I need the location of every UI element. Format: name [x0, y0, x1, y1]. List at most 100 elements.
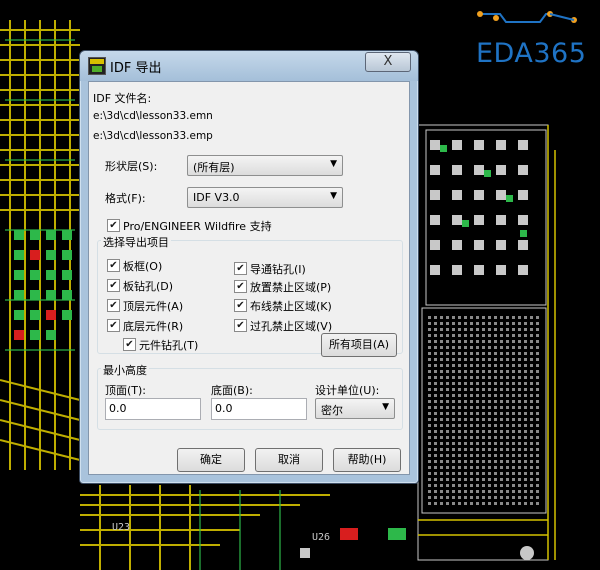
bga-pad [476, 382, 479, 385]
bottom-components-checkbox[interactable]: ✔ [107, 319, 120, 332]
dialog-title: IDF 导出 [110, 61, 162, 76]
bga-pad [482, 346, 485, 349]
bga-pad [524, 340, 527, 343]
bga-pad [434, 466, 437, 469]
bga-pad [488, 358, 491, 361]
via-keepout-checkbox[interactable]: ✔ [234, 319, 247, 332]
bga-pad [500, 358, 503, 361]
bga-pad [536, 436, 539, 439]
bga-pad [464, 436, 467, 439]
bga-pad [530, 412, 533, 415]
bga-pad [470, 400, 473, 403]
bga-pad [440, 496, 443, 499]
chevron-down-icon: ▼ [330, 159, 337, 169]
bga-pad [434, 370, 437, 373]
bga-pad [512, 424, 515, 427]
top-components-label: 顶层元件(A) [123, 300, 184, 313]
shape-layer-select[interactable]: (所有层) ▼ [187, 155, 343, 176]
bga-pad [530, 466, 533, 469]
component-drill-checkbox[interactable]: ✔ [123, 338, 136, 351]
placement-keepout-checkbox[interactable]: ✔ [234, 280, 247, 293]
format-select[interactable]: IDF V3.0 ▼ [187, 187, 343, 208]
bga-pad [440, 454, 443, 457]
pads-app-icon [88, 57, 106, 75]
bga-pad [506, 370, 509, 373]
bga-pad [512, 418, 515, 421]
via-drill-checkbox[interactable]: ✔ [234, 262, 247, 275]
board-drill-checkbox[interactable]: ✔ [107, 279, 120, 292]
bga-pad [512, 478, 515, 481]
bga-pad [524, 334, 527, 337]
bga-pad [506, 400, 509, 403]
bga-pad [518, 436, 521, 439]
bga-pad [500, 316, 503, 319]
bga-pad [458, 394, 461, 397]
bga-pad [494, 358, 497, 361]
bga-pad [434, 412, 437, 415]
bga-pad [506, 436, 509, 439]
bga-pad [506, 496, 509, 499]
ok-button[interactable]: 确定 [177, 448, 245, 472]
board-outline-checkbox[interactable]: ✔ [107, 259, 120, 272]
bga-pad [428, 346, 431, 349]
dialog-titlebar[interactable]: IDF 导出 X [80, 51, 418, 81]
bga-pad [518, 496, 521, 499]
bottom-height-input[interactable]: 0.0 [211, 398, 307, 420]
bga-pad [446, 316, 449, 319]
top-components-checkbox[interactable]: ✔ [107, 299, 120, 312]
bga-pad [452, 370, 455, 373]
bga-pad [434, 322, 437, 325]
bga-pad [434, 376, 437, 379]
bga-pad [452, 430, 455, 433]
bga-pad [518, 454, 521, 457]
bga-pad [434, 400, 437, 403]
format-label: 格式(F): [105, 192, 146, 205]
bga-pad [434, 430, 437, 433]
bga-pad [524, 442, 527, 445]
bga-pad [524, 460, 527, 463]
close-button[interactable]: X [365, 52, 411, 72]
bga-pad [476, 400, 479, 403]
bga-pad [428, 340, 431, 343]
bga-pad [494, 448, 497, 451]
bga-pad [494, 442, 497, 445]
bga-pad [488, 478, 491, 481]
bga-pad [482, 472, 485, 475]
bga-pad [482, 334, 485, 337]
bga-pad [446, 484, 449, 487]
cancel-button[interactable]: 取消 [255, 448, 323, 472]
bga-pad [506, 472, 509, 475]
board-drill-label: 板钻孔(D) [123, 280, 174, 293]
bga-pad [452, 442, 455, 445]
bga-pad [476, 406, 479, 409]
routing-keepout-checkbox[interactable]: ✔ [234, 299, 247, 312]
bga-pad [536, 406, 539, 409]
help-button[interactable]: 帮助(H) [333, 448, 401, 472]
bga-pad [464, 364, 467, 367]
bga-pad [506, 418, 509, 421]
bga-pad [446, 394, 449, 397]
bga-pad [470, 454, 473, 457]
routing-keepout-label: 布线禁止区域(K) [250, 300, 332, 313]
top-height-input[interactable]: 0.0 [105, 398, 201, 420]
chevron-down-icon: ▼ [382, 402, 389, 412]
pro-engineer-checkbox[interactable]: ✔ [107, 219, 120, 232]
bga-pad [470, 418, 473, 421]
bga-pad [512, 442, 515, 445]
bga-pad [470, 412, 473, 415]
bga-pad [458, 364, 461, 367]
bga-pad [524, 382, 527, 385]
bga-pad [494, 406, 497, 409]
bga-pad [476, 418, 479, 421]
bga-pad [518, 358, 521, 361]
design-units-select[interactable]: 密尔 ▼ [315, 398, 395, 419]
bga-pad [440, 394, 443, 397]
all-items-button[interactable]: 所有项目(A) [321, 333, 397, 357]
bga-pad [500, 472, 503, 475]
bga-pad [476, 430, 479, 433]
bga-pad [446, 376, 449, 379]
emp-file-path: e:\3d\cd\lesson33.emp [93, 130, 213, 142]
bga-pad [470, 490, 473, 493]
bga-pad [518, 394, 521, 397]
bga-pad [446, 406, 449, 409]
